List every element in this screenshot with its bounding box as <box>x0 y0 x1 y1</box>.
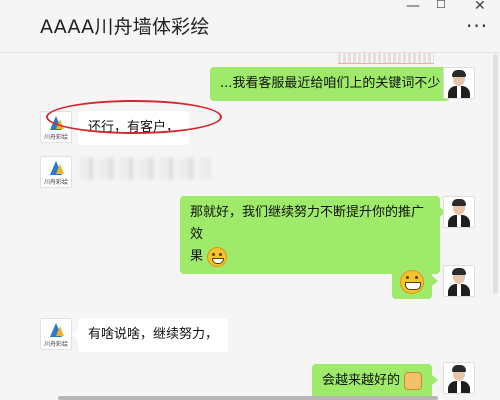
brand-logo-text: 川舟彩绘 <box>43 134 68 141</box>
sail-accent-icon <box>56 164 64 174</box>
scrollbar[interactable] <box>493 54 498 294</box>
brand-avatar[interactable]: 川舟彩绘 <box>40 156 72 188</box>
user-avatar[interactable] <box>443 265 475 297</box>
brand-avatar[interactable]: 川舟彩绘 <box>40 318 72 350</box>
bottom-scroll-bar[interactable] <box>58 396 438 400</box>
brand-logo-text: 川舟彩绘 <box>43 179 68 186</box>
avatar-shirt <box>457 284 461 296</box>
user-avatar[interactable] <box>443 362 475 394</box>
grin-emoji-icon <box>400 270 424 294</box>
message-text: ...我看客服最近给咱们上的关键词不少 <box>220 76 441 91</box>
avatar-hair <box>452 70 466 77</box>
close-button[interactable]: ✕ <box>474 0 486 14</box>
message-bubble-out[interactable]: 会越来越好的 <box>312 364 439 398</box>
message-text: 会越来越好的 <box>322 373 401 388</box>
message-text-line1: 那就好，我们继续努力不断提升你的推广效 <box>190 205 425 242</box>
smirk-emoji-icon <box>207 246 228 267</box>
title-bar: AAAA川舟墙体彩绘 — ☐ ✕ ··· <box>0 0 500 53</box>
fist-emoji-icon <box>404 371 423 390</box>
message-text: 有啥说啥，继续努力， <box>88 327 219 342</box>
highlight-ellipse <box>46 100 222 134</box>
message-bubble-out[interactable]: 那就好，我们继续努力不断提升你的推广效 果 <box>180 196 446 274</box>
minimize-button[interactable]: — <box>406 0 420 14</box>
more-options-icon[interactable]: ··· <box>466 14 488 38</box>
message-bubble-out[interactable] <box>392 265 438 299</box>
chat-title: AAAA川舟墙体彩绘 <box>40 16 210 38</box>
avatar-shirt <box>457 86 461 98</box>
avatar-hair <box>452 365 466 372</box>
avatar-shirt <box>457 381 461 393</box>
avatar-shirt <box>457 215 461 227</box>
maximize-button[interactable]: ☐ <box>436 0 446 11</box>
user-avatar[interactable] <box>443 196 475 228</box>
blurred-message[interactable] <box>80 158 210 180</box>
brand-logo-text: 川舟彩绘 <box>43 341 68 348</box>
message-bubble-out[interactable]: ...我看客服最近给咱们上的关键词不少 <box>210 67 457 101</box>
chat-area: ...我看客服最近给咱们上的关键词不少 川舟彩绘 还行，有客户， 川舟彩绘 那就… <box>0 53 500 400</box>
message-bubble-in[interactable]: 有啥说啥，继续努力， <box>71 318 229 352</box>
avatar-hair <box>452 268 466 275</box>
message-text-line2: 果 <box>190 249 204 264</box>
user-avatar[interactable] <box>443 67 475 99</box>
sail-accent-icon <box>56 326 64 336</box>
avatar-hair <box>452 199 466 206</box>
image-preview-strip[interactable] <box>338 53 434 64</box>
